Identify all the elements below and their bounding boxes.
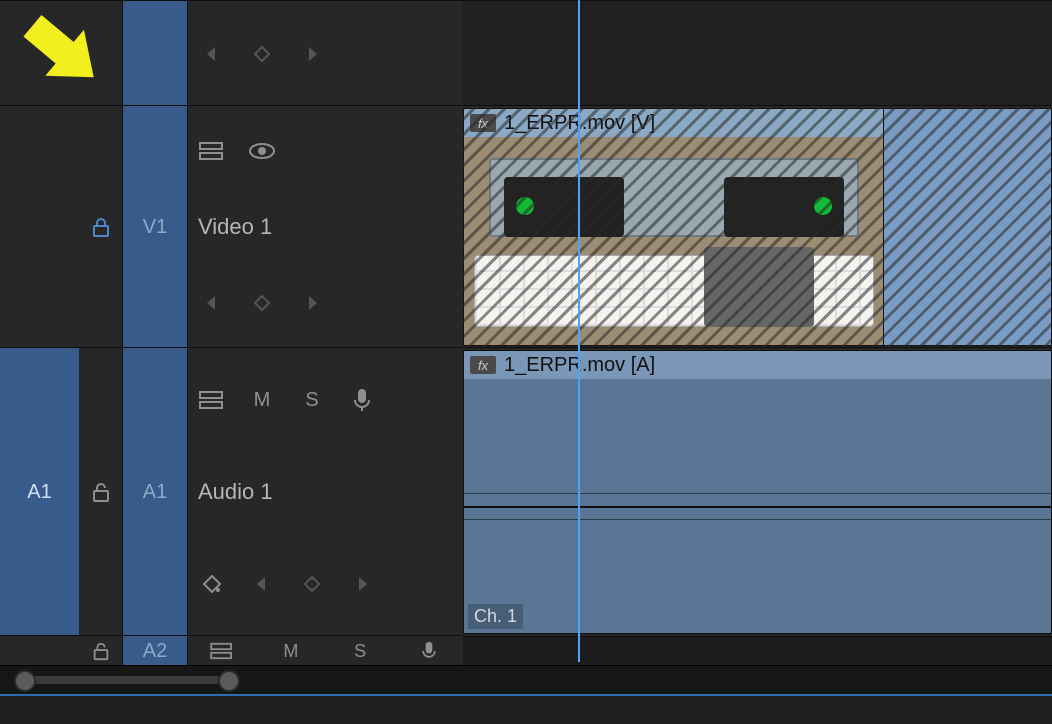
mute-label-a2: M [283, 641, 298, 662]
mic-icon [353, 388, 371, 412]
mute-toggle-a2[interactable]: M [277, 637, 305, 665]
clip-label-bar: fx 1_ERPR.mov [V] [464, 109, 884, 138]
channel-label: Ch. 1 [468, 604, 523, 629]
timeline-panel: V1 Video 1 [0, 0, 1052, 724]
next-keyframe-a1[interactable] [348, 570, 376, 598]
insert-overwrite-toggle-v1[interactable] [198, 137, 226, 165]
mute-toggle-a1[interactable]: M [248, 386, 276, 414]
lock-toggle-v2[interactable] [79, 1, 122, 106]
track-name-a1: Audio 1 [198, 479, 453, 505]
track-target-v1[interactable]: V1 [122, 106, 188, 348]
track-name-v1: Video 1 [198, 214, 453, 240]
next-keyframe-v1[interactable] [298, 289, 326, 317]
voiceover-record-a1[interactable] [348, 386, 376, 414]
add-keyframe-a1[interactable] [298, 570, 326, 598]
lock-icon [90, 216, 112, 238]
track-content-v2[interactable] [463, 0, 1052, 107]
insert-overwrite-toggle-a2[interactable] [208, 637, 236, 665]
lock-toggle-a1[interactable] [79, 348, 122, 636]
solo-toggle-a2[interactable]: S [346, 637, 374, 665]
voiceover-record-a2[interactable] [415, 637, 443, 665]
track-target-a1[interactable]: A1 [122, 348, 188, 636]
fx-badge[interactable]: fx [470, 114, 496, 132]
source-patch-v2[interactable] [0, 1, 79, 106]
track-target-a1-label: A1 [143, 481, 167, 504]
track-target-a2[interactable]: A2 [122, 636, 188, 666]
stack-icon [199, 141, 225, 161]
zoom-scrollbar[interactable] [18, 676, 238, 684]
prev-keyframe-a1[interactable] [248, 570, 276, 598]
playhead[interactable] [578, 0, 580, 662]
source-patch-a1-label: A1 [27, 481, 51, 504]
zoom-handle-left[interactable] [14, 670, 36, 692]
solo-label-a2: S [354, 641, 366, 662]
track-target-v2[interactable] [122, 1, 188, 106]
zoom-bar [0, 665, 1052, 696]
panel-footer [0, 694, 1052, 724]
keyframe-icon[interactable] [248, 40, 276, 68]
track-header-a2: A2 M S [0, 635, 463, 667]
solo-toggle-a1[interactable]: S [298, 386, 326, 414]
track-content-a1[interactable]: fx 1_ERPR.mov [A] Ch. 1 [463, 347, 1052, 637]
toggle-track-output-v1[interactable] [248, 137, 276, 165]
audio-clip[interactable]: fx 1_ERPR.mov [A] Ch. 1 [463, 350, 1052, 634]
track-target-v1-label: V1 [143, 216, 167, 239]
next-keyframe-icon[interactable] [298, 40, 326, 68]
keyframe-mode-a1[interactable] [198, 570, 226, 598]
track-header-a1: A1 A1 M S [0, 347, 463, 637]
unlock-icon [91, 641, 111, 661]
video-clip-tail[interactable] [883, 108, 1052, 346]
eye-icon [248, 142, 276, 160]
source-patch-a1[interactable]: A1 [0, 348, 79, 636]
fx-badge-audio[interactable]: fx [470, 356, 496, 374]
clip-thumbnail [464, 137, 884, 345]
mute-label: M [254, 389, 271, 412]
source-patch-v1[interactable] [0, 106, 79, 348]
unlock-icon [90, 481, 112, 503]
track-target-a2-label: A2 [143, 640, 167, 663]
add-keyframe-v1[interactable] [248, 289, 276, 317]
video-clip[interactable]: fx 1_ERPR.mov [V] [463, 108, 885, 346]
track-header-v2 [0, 0, 463, 107]
lock-toggle-a2[interactable] [79, 636, 122, 666]
clip-label-bar-audio: fx 1_ERPR.mov [A] [464, 351, 1051, 380]
keyframe-icon [202, 574, 222, 594]
lock-toggle-v1[interactable] [79, 106, 122, 348]
track-content-v1[interactable]: fx 1_ERPR.mov [V] [463, 105, 1052, 349]
insert-overwrite-toggle-a1[interactable] [198, 386, 226, 414]
zoom-handle-right[interactable] [218, 670, 240, 692]
source-patch-a2[interactable] [0, 636, 79, 666]
track-header-v1: V1 Video 1 [0, 105, 463, 349]
solo-label: S [305, 389, 318, 412]
prev-keyframe-v1[interactable] [198, 289, 226, 317]
stack-icon [199, 390, 225, 410]
prev-keyframe-icon[interactable] [198, 40, 226, 68]
